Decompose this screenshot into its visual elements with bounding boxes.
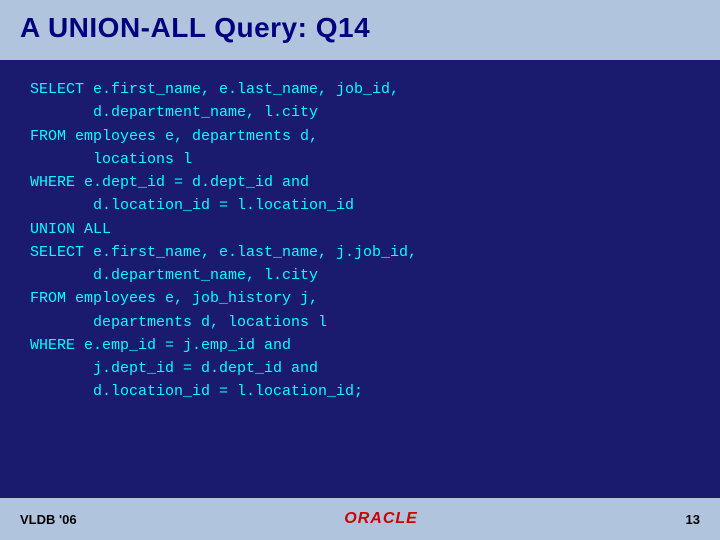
slide: A UNION-ALL Query: Q14 SELECT e.first_na… [0, 0, 720, 540]
footer: VLDB '06 ORACLE 13 [0, 498, 720, 540]
slide-title: A UNION-ALL Query: Q14 [20, 12, 370, 43]
code-block: SELECT e.first_name, e.last_name, job_id… [30, 78, 690, 404]
oracle-logo: ORACLE [344, 510, 418, 528]
oracle-text: ORACLE [344, 510, 418, 528]
footer-label: VLDB '06 [20, 512, 77, 527]
content-area: SELECT e.first_name, e.last_name, job_id… [0, 60, 720, 498]
title-bar: A UNION-ALL Query: Q14 [0, 0, 720, 60]
page-number: 13 [686, 512, 700, 527]
